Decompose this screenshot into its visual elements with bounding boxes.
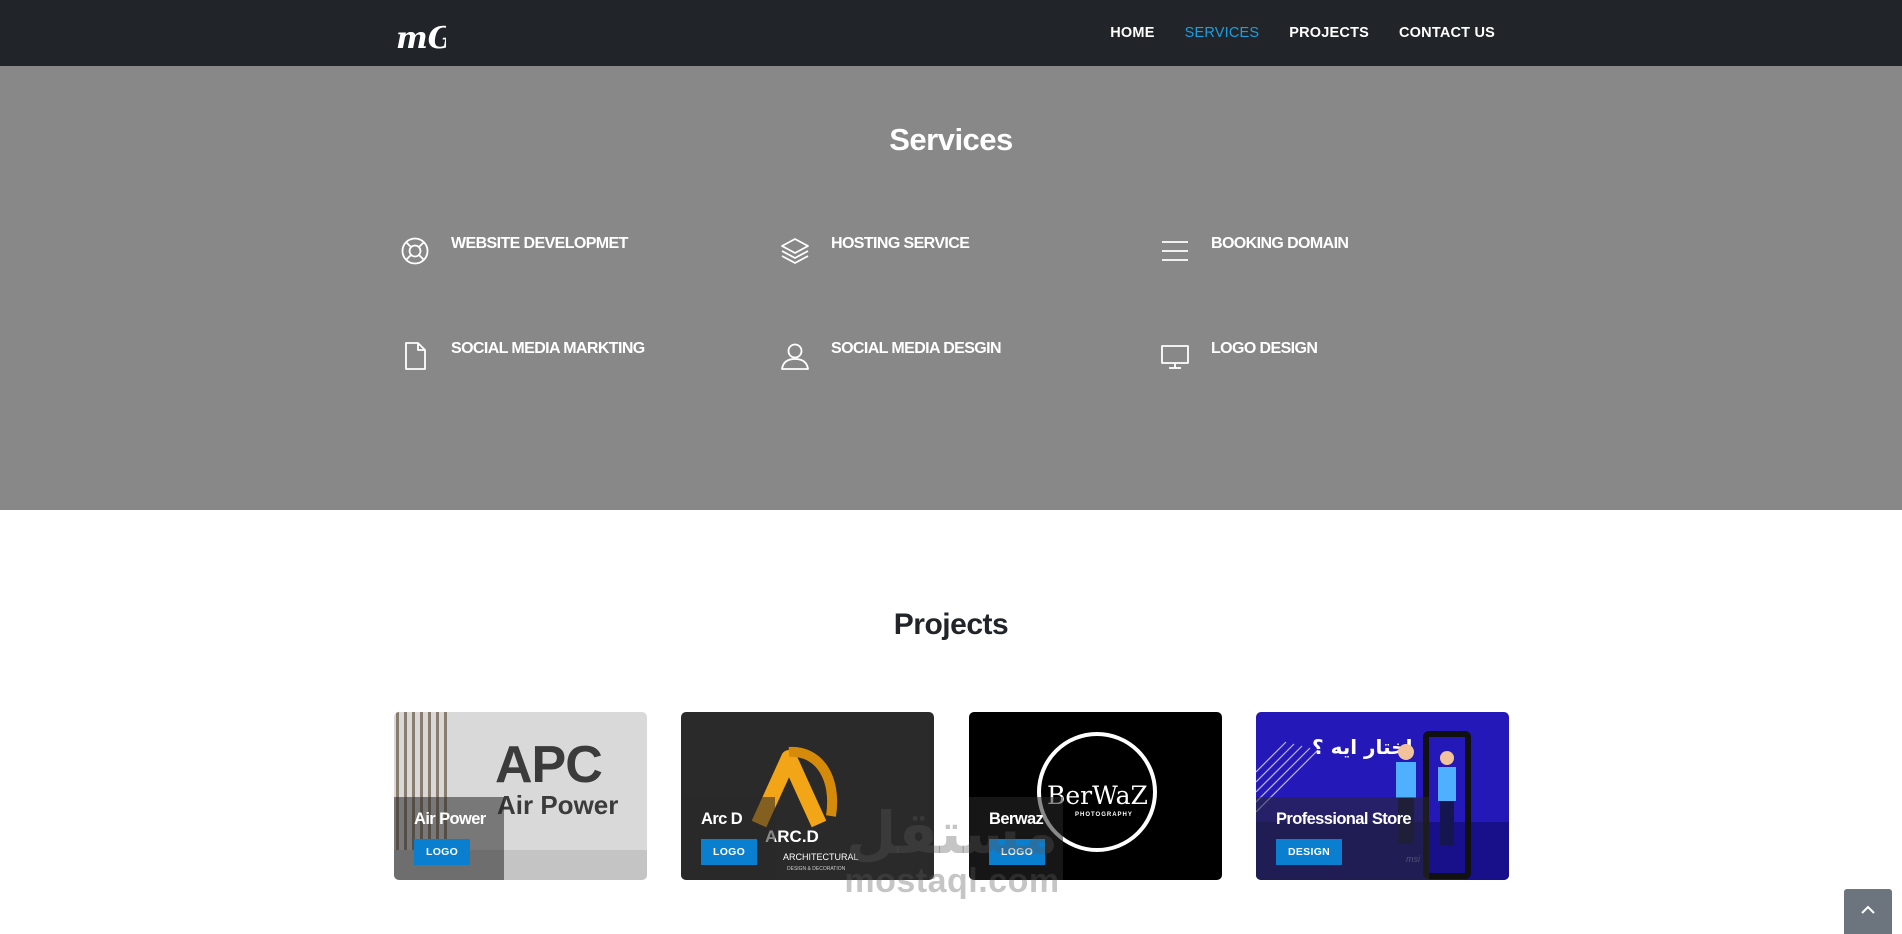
service-label: HOSTING SERVICE [831,235,970,252]
nav-services-link[interactable]: SERVICES [1185,25,1260,41]
project-card-air-power[interactable]: APC Air Power Air Power LOGO [394,712,647,880]
service-social-media-design: SOCIAL MEDIA DESGIN [779,340,1109,380]
layers-icon [779,235,811,267]
service-label: WEBSITE DEVELOPMET [451,235,628,252]
card-tag[interactable]: LOGO [414,839,471,865]
service-booking-domain: BOOKING DOMAIN [1159,235,1489,275]
service-hosting: HOSTING SERVICE [779,235,1109,275]
monitor-icon [1159,340,1191,372]
card-tag[interactable]: LOGO [989,839,1046,865]
site-logo[interactable]: mG [394,8,453,56]
card-overlay: Arc D LOGO [681,797,776,880]
card-title: Arc D [701,810,743,828]
document-icon [399,340,431,372]
logo-text: mG [396,21,446,54]
service-logo-design: LOGO DESIGN [1159,340,1489,380]
card-overlay: Air Power LOGO [394,797,504,880]
card-title: Berwaz [989,810,1044,828]
project-card-professional-store[interactable]: اختار ايه ؟ msi Professional Store DESIG… [1256,712,1509,880]
menu-icon [1159,235,1191,267]
services-title: Services [889,122,1013,157]
top-navbar: mG HOME SERVICES PROJECTS CONTACT US [0,0,1902,66]
svg-text:اختار ايه ؟: اختار ايه ؟ [1312,735,1412,759]
card-overlay: Berwaz LOGO [969,797,1064,880]
project-card-berwaz[interactable]: BerWaZ PHOTOGRAPHY Berwaz LOGO [969,712,1222,880]
service-label: SOCIAL MEDIA MARKTING [451,340,645,357]
service-social-media-marketing: SOCIAL MEDIA MARKTING [399,340,729,380]
card-tag[interactable]: LOGO [701,839,758,865]
svg-text:DESIGN & DECORATION: DESIGN & DECORATION [787,866,846,872]
user-icon [779,340,811,372]
chevron-up-icon [1861,905,1875,914]
card-title: Air Power [414,810,486,828]
service-label: BOOKING DOMAIN [1211,235,1349,252]
services-section: Services WEBSITE DEVELOPMET HOSTING SERV… [0,66,1902,510]
service-label: SOCIAL MEDIA DESGIN [831,340,1002,357]
nav-contact-link[interactable]: CONTACT US [1399,25,1495,41]
project-card-arc-d[interactable]: ARC.D ARCHITECTURAL DESIGN & DECORATION … [681,712,934,880]
svg-text:Air Power: Air Power [497,790,618,820]
card-overlay: Professional Store DESIGN [1256,797,1429,880]
nav-projects-link[interactable]: PROJECTS [1289,25,1369,41]
nav-menu: HOME SERVICES PROJECTS CONTACT US [1110,0,1495,66]
service-label: LOGO DESIGN [1211,340,1318,357]
svg-text:PHOTOGRAPHY: PHOTOGRAPHY [1075,812,1133,818]
back-to-top-button[interactable] [1844,889,1892,934]
svg-text:ARCHITECTURAL: ARCHITECTURAL [783,852,859,862]
card-title: Professional Store [1276,810,1412,828]
svg-text:APC: APC [495,736,602,794]
projects-title: Projects [893,608,1009,641]
lifebuoy-icon [399,235,431,267]
service-website-development: WEBSITE DEVELOPMET [399,235,729,275]
card-tag[interactable]: DESIGN [1276,839,1343,865]
nav-home-link[interactable]: HOME [1110,25,1154,41]
